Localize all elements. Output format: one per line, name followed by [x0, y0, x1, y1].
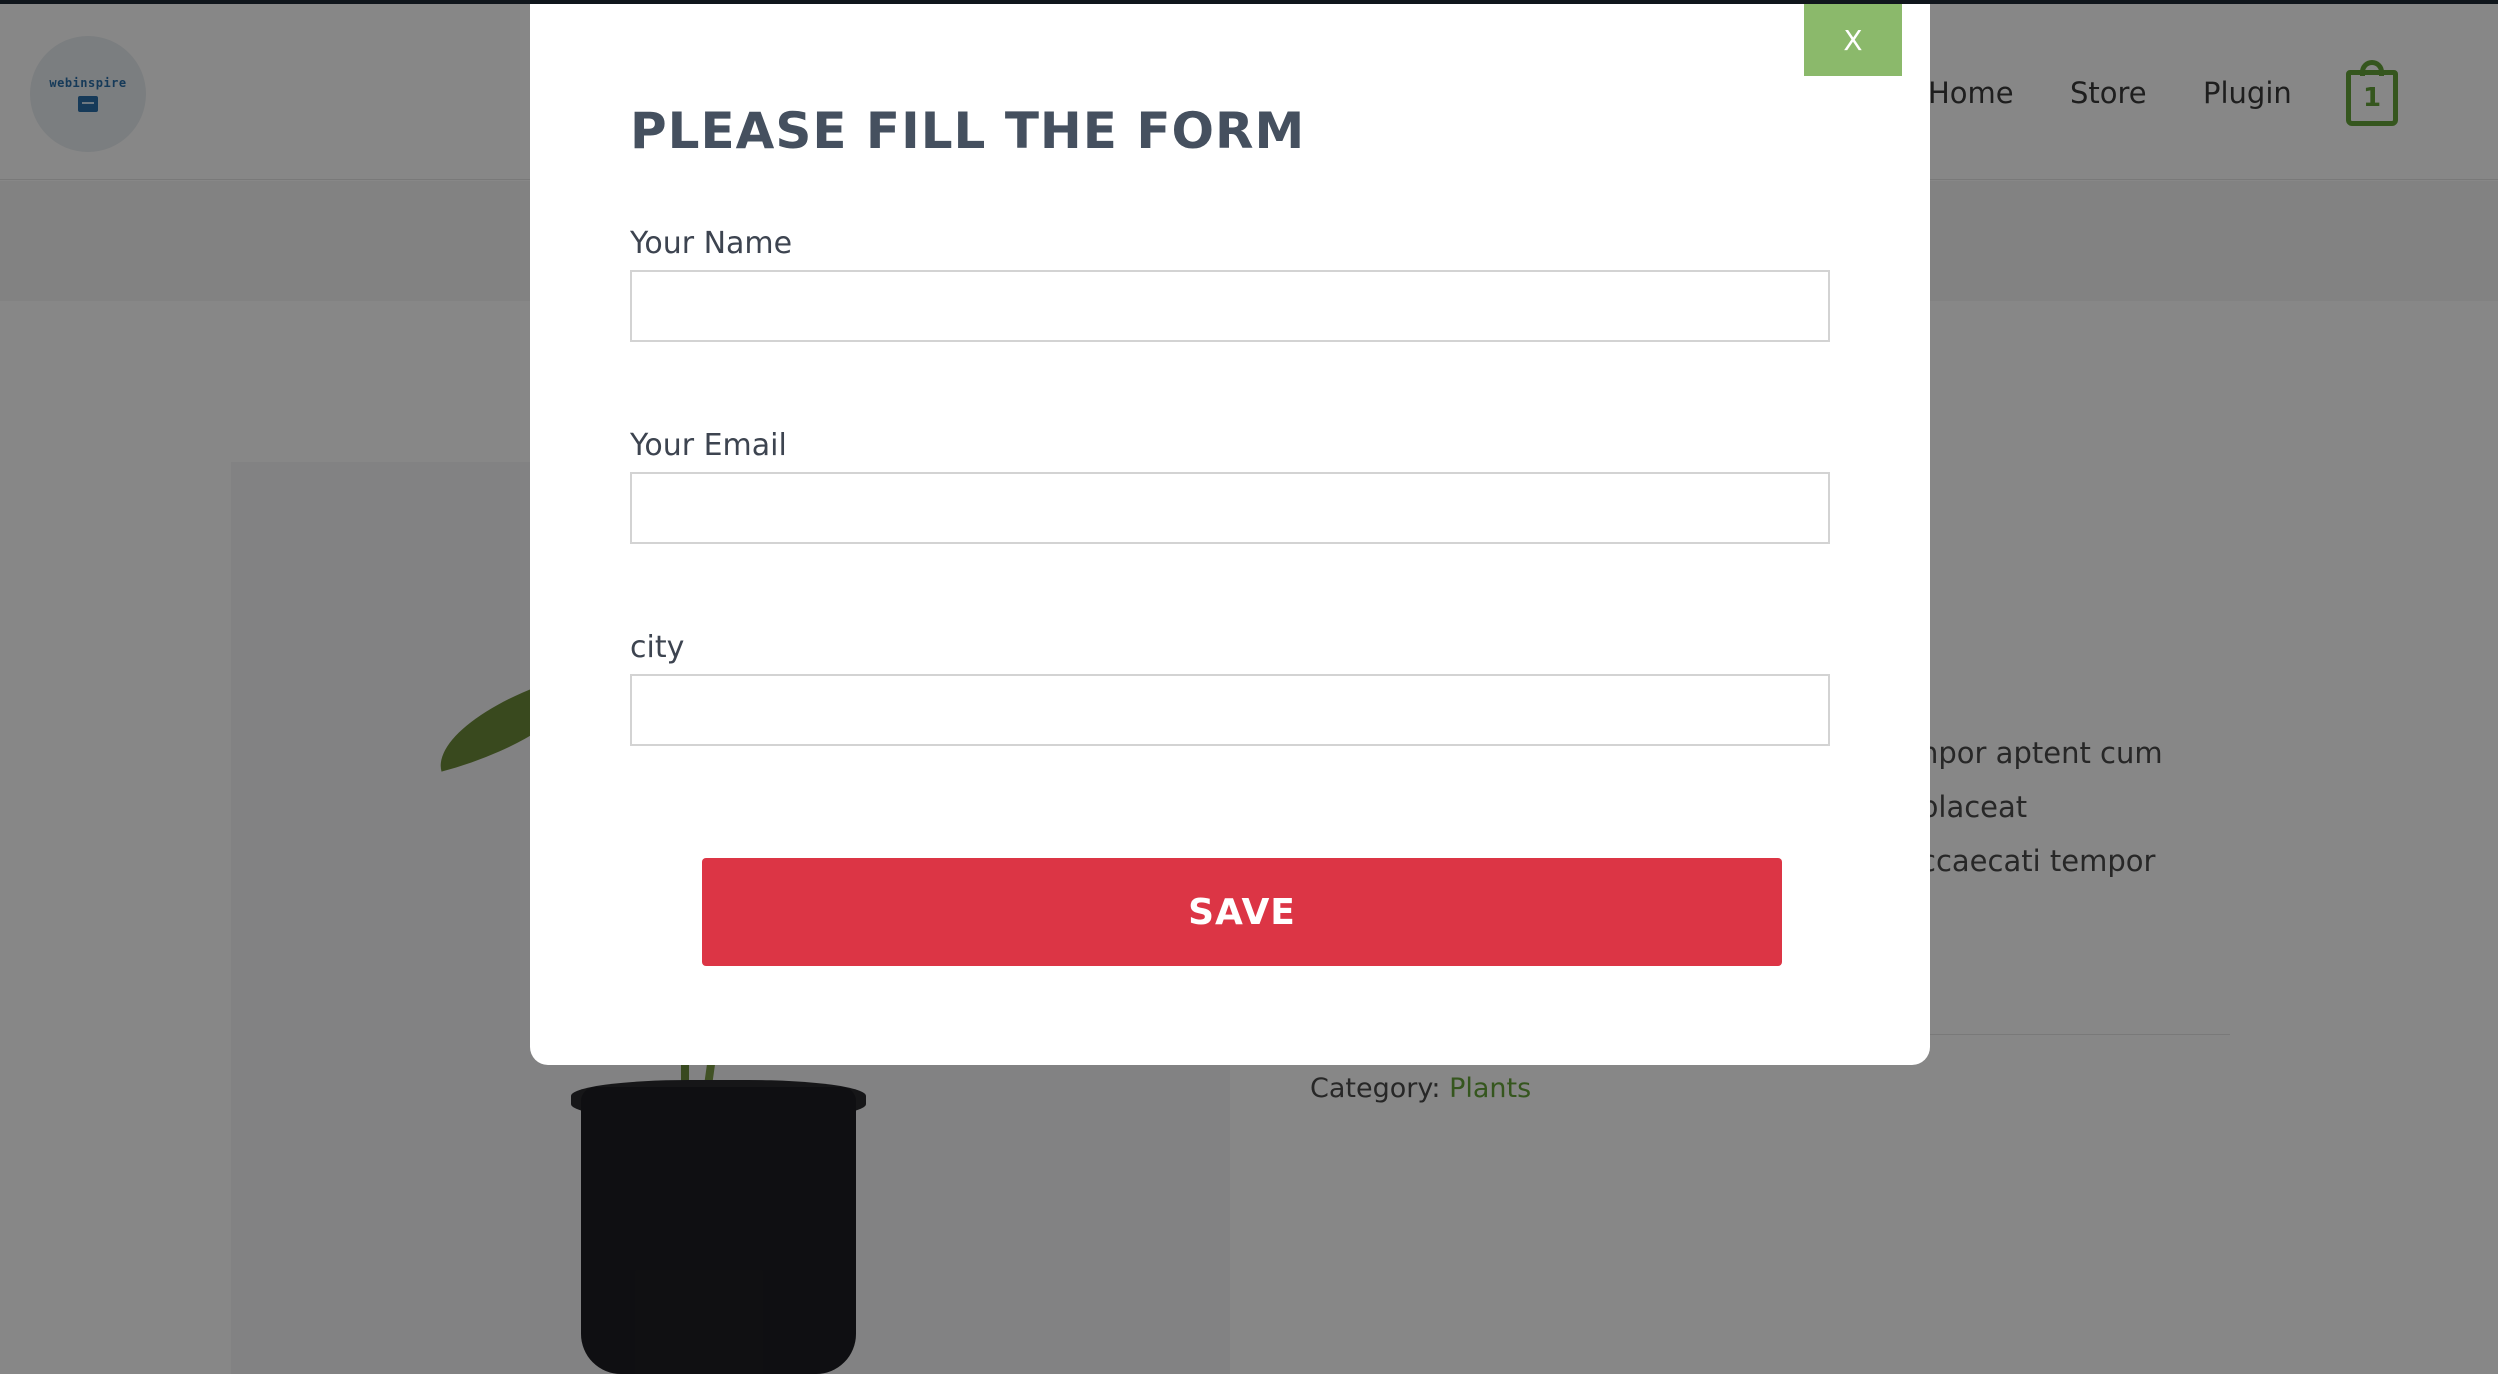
email-label: Your Email	[630, 428, 787, 463]
form-modal: X PLEASE FILL THE FORM Your Name Your Em…	[530, 4, 1930, 1065]
name-label: Your Name	[630, 226, 793, 261]
name-input[interactable]	[630, 270, 1830, 342]
email-input[interactable]	[630, 472, 1830, 544]
close-button[interactable]: X	[1804, 4, 1902, 76]
city-input[interactable]	[630, 674, 1830, 746]
modal-title: PLEASE FILL THE FORM	[630, 102, 1306, 160]
city-label: city	[630, 630, 685, 665]
save-button[interactable]: SAVE	[702, 858, 1782, 966]
